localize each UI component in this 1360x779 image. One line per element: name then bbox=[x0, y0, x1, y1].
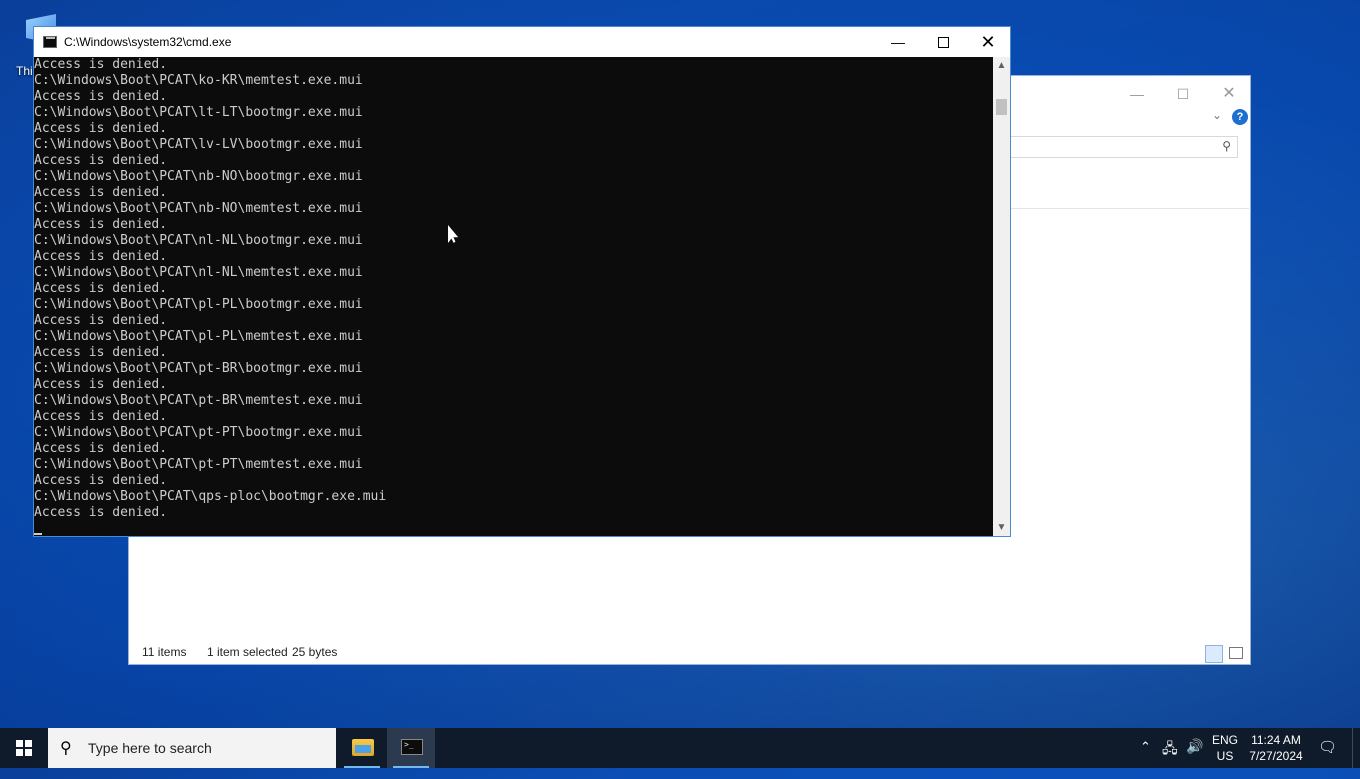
cmd-window[interactable]: C:\Windows\system32\cmd.exe — ✕ Access i… bbox=[33, 26, 1011, 537]
taskbar-file-explorer[interactable] bbox=[338, 728, 386, 768]
clock[interactable]: 11:24 AM 7/27/2024 bbox=[1246, 732, 1306, 772]
console-line: Access is denied. bbox=[34, 121, 168, 136]
vertical-scrollbar[interactable]: ▲ ▼ bbox=[993, 57, 1010, 536]
console-icon bbox=[401, 739, 423, 755]
console-line: Access is denied. bbox=[34, 505, 168, 520]
console-line: C:\Windows\Boot\PCAT\pt-BR\bootmgr.exe.m… bbox=[34, 361, 363, 376]
console-output[interactable]: Access is denied. C:\Windows\Boot\PCAT\ko… bbox=[34, 57, 993, 536]
ribbon-expand-chevron-icon[interactable]: ⌄ bbox=[1212, 108, 1222, 122]
explorer-maximize-button[interactable]: ☐ bbox=[1160, 82, 1206, 106]
console-line: Access is denied. bbox=[34, 217, 168, 232]
console-line: Access is denied. bbox=[34, 409, 168, 424]
keyboard-layout: US bbox=[1216, 749, 1234, 763]
clock-time: 11:24 AM bbox=[1251, 733, 1301, 747]
console-line: C:\Windows\Boot\PCAT\lt-LT\bootmgr.exe.m… bbox=[34, 105, 363, 120]
console-line: C:\Windows\Boot\PCAT\qps-ploc\bootmgr.ex… bbox=[34, 489, 387, 504]
help-icon[interactable]: ? bbox=[1232, 109, 1248, 125]
console-line: Access is denied. bbox=[34, 377, 168, 392]
details-view-icon[interactable] bbox=[1205, 645, 1223, 663]
cmd-app-icon[interactable] bbox=[43, 36, 57, 48]
taskbar-search-box[interactable]: ⚲ Type here to search bbox=[48, 728, 336, 768]
taskbar-cmd[interactable] bbox=[387, 728, 435, 768]
console-line: C:\Windows\Boot\PCAT\ko-KR\memtest.exe.m… bbox=[34, 73, 363, 88]
explorer-status-bar: 11 items 1 item selected 25 bytes bbox=[129, 640, 1250, 664]
console-line: Access is denied. bbox=[34, 441, 168, 456]
minimize-button[interactable]: — bbox=[875, 27, 921, 57]
console-line: C:\Windows\Boot\PCAT\nl-NL\bootmgr.exe.m… bbox=[34, 233, 363, 248]
scroll-thumb[interactable] bbox=[996, 99, 1007, 115]
search-icon: ⚲ bbox=[60, 740, 72, 757]
windows-logo-icon bbox=[16, 740, 32, 756]
maximize-button[interactable] bbox=[920, 27, 966, 57]
start-button[interactable] bbox=[0, 728, 48, 768]
clock-date: 7/27/2024 bbox=[1249, 749, 1303, 763]
volume-icon[interactable]: 🔊 bbox=[1186, 738, 1203, 778]
scroll-up-icon[interactable]: ▲ bbox=[993, 57, 1010, 74]
console-line: Access is denied. bbox=[34, 153, 168, 168]
console-line: Access is denied. bbox=[34, 89, 168, 104]
language-code: ENG bbox=[1212, 733, 1239, 747]
notifications-icon[interactable]: 🗨 bbox=[1318, 738, 1337, 778]
console-line: Access is denied. bbox=[34, 185, 168, 200]
text-cursor bbox=[34, 533, 42, 535]
large-icons-view-icon[interactable] bbox=[1229, 647, 1243, 659]
language-indicator[interactable]: ENG US bbox=[1212, 732, 1238, 772]
search-icon: ⚲ bbox=[1222, 139, 1231, 153]
cmd-titlebar[interactable]: C:\Windows\system32\cmd.exe — ✕ bbox=[34, 27, 1010, 57]
show-desktop-button[interactable] bbox=[1352, 728, 1360, 768]
scroll-down-icon[interactable]: ▼ bbox=[993, 519, 1010, 536]
console-line: Access is denied. bbox=[34, 57, 168, 72]
console-line: Access is denied. bbox=[34, 249, 168, 264]
console-line: Access is denied. bbox=[34, 473, 168, 488]
console-line: C:\Windows\Boot\PCAT\nb-NO\bootmgr.exe.m… bbox=[34, 169, 363, 184]
maximize-icon bbox=[937, 37, 949, 48]
status-selection: 1 item selected bbox=[207, 645, 288, 659]
close-button[interactable]: ✕ bbox=[965, 27, 1011, 57]
taskbar: ⚲ Type here to search ⌃ 🖧 🔊 ENG US 11:24… bbox=[0, 728, 1360, 768]
console-line: C:\Windows\Boot\PCAT\pt-PT\bootmgr.exe.m… bbox=[34, 425, 363, 440]
status-item-count: 11 items bbox=[142, 645, 187, 659]
divider bbox=[1009, 208, 1249, 209]
explorer-minimize-button[interactable]: — bbox=[1114, 82, 1160, 106]
console-line: Access is denied. bbox=[34, 281, 168, 296]
network-icon[interactable]: 🖧 bbox=[1162, 738, 1178, 778]
console-line: C:\Windows\Boot\PCAT\pl-PL\bootmgr.exe.m… bbox=[34, 297, 363, 312]
window-title: C:\Windows\system32\cmd.exe bbox=[64, 35, 232, 49]
desktop-icon-label: Thi bbox=[16, 64, 33, 78]
console-line: C:\Windows\Boot\PCAT\nb-NO\memtest.exe.m… bbox=[34, 201, 363, 216]
search-placeholder: Type here to search bbox=[88, 740, 212, 756]
status-size: 25 bytes bbox=[292, 645, 338, 659]
folder-icon bbox=[352, 739, 374, 756]
show-hidden-icons-chevron-icon[interactable]: ⌃ bbox=[1140, 739, 1151, 779]
explorer-close-button[interactable]: ✕ bbox=[1206, 82, 1252, 106]
console-line: C:\Windows\Boot\PCAT\nl-NL\memtest.exe.m… bbox=[34, 265, 363, 280]
console-line: Access is denied. bbox=[34, 313, 168, 328]
explorer-search-input[interactable]: ⚲ bbox=[1009, 136, 1238, 158]
console-line: C:\Windows\Boot\PCAT\pl-PL\memtest.exe.m… bbox=[34, 329, 363, 344]
console-line: C:\Windows\Boot\PCAT\lv-LV\bootmgr.exe.m… bbox=[34, 137, 363, 152]
console-line: Access is denied. bbox=[34, 345, 168, 360]
console-line: C:\Windows\Boot\PCAT\pt-BR\memtest.exe.m… bbox=[34, 393, 363, 408]
console-line: C:\Windows\Boot\PCAT\pt-PT\memtest.exe.m… bbox=[34, 457, 363, 472]
